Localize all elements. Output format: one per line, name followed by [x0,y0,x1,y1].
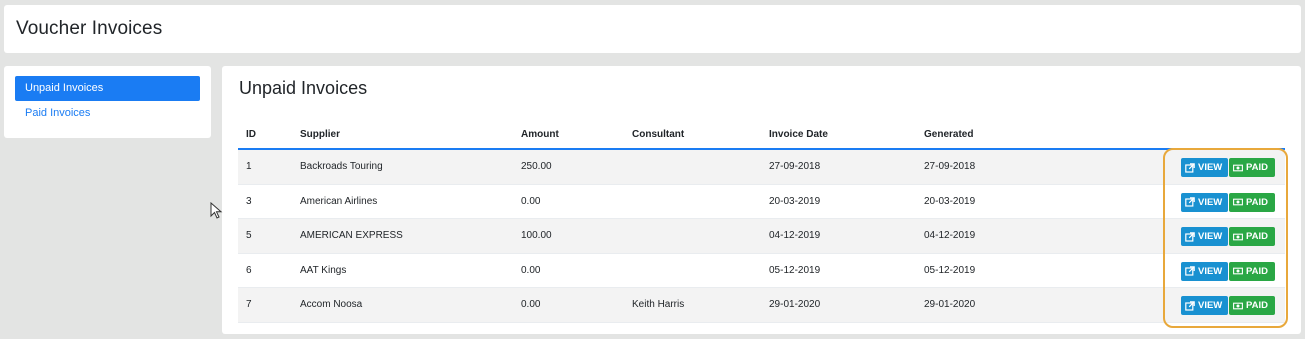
sidebar: Unpaid Invoices Paid Invoices [4,66,211,138]
cell-invoice-date: 29-01-2020 [769,299,821,310]
cell-id: 3 [246,195,252,207]
cell-id: 1 [246,161,252,172]
table-row: 6 AAT Kings 0.00 05-12-2019 05-12-2019 VIEW PA… [238,254,1285,288]
cell-invoice-date: 05-12-2019 [769,264,821,276]
mouse-cursor-icon [210,202,223,219]
table-row: 3 American Airlines 0.00 20-03-2019 20-03-20… [238,185,1285,219]
table-row: 7 Accom Noosa 0.00 Keith Harris 29-01-2020 29… [238,288,1285,323]
cell-invoice-date: 04-12-2019 [769,230,821,241]
table-body: 1 Backroads Touring 250.00 27-09-2018 27-09-… [238,150,1285,323]
cell-generated: 05-12-2019 [924,264,976,276]
cell-generated: 20-03-2019 [924,195,976,207]
header-bar: Voucher Invoices [4,5,1301,53]
column-header-supplier[interactable]: Supplier [300,129,340,140]
column-header-generated[interactable]: Generated [924,129,973,140]
table-row: 1 Backroads Touring 250.00 27-09-2018 27-09-… [238,150,1285,185]
cell-generated: 27-09-2018 [924,161,976,172]
table-row: 5 AMERICAN EXPRESS 100.00 04-12-2019 04-12-2… [238,219,1285,254]
cell-supplier: AMERICAN EXPRESS [300,230,403,241]
cell-id: 7 [246,299,252,310]
invoices-table: ID Supplier Amount Consultant Invoice Da… [238,120,1285,323]
cell-generated: 29-01-2020 [924,299,976,310]
column-header-id[interactable]: ID [246,129,256,140]
cell-amount: 0.00 [521,299,541,310]
table-header: ID Supplier Amount Consultant Invoice Da… [238,120,1285,150]
cell-amount: 250.00 [521,161,552,172]
actions-highlight-box [1163,148,1288,328]
cell-invoice-date: 27-09-2018 [769,161,821,172]
column-header-consultant[interactable]: Consultant [632,129,684,140]
section-title: Unpaid Invoices [239,78,368,98]
cell-supplier: AAT Kings [300,264,347,276]
cell-amount: 100.00 [521,230,552,241]
cell-id: 5 [246,230,252,241]
cell-supplier: Backroads Touring [300,161,383,172]
cell-generated: 04-12-2019 [924,230,976,241]
cell-consultant: Keith Harris [632,299,685,310]
column-header-amount[interactable]: Amount [521,129,559,140]
sidebar-item-unpaid-invoices[interactable]: Unpaid Invoices [15,76,200,101]
sidebar-item-paid-invoices[interactable]: Paid Invoices [15,101,200,126]
page-title: Voucher Invoices [16,18,163,39]
cell-invoice-date: 20-03-2019 [769,195,821,207]
cell-supplier: Accom Noosa [300,299,363,310]
main-panel: Unpaid Invoices ID Supplier Amount Consu… [222,66,1301,334]
cell-amount: 0.00 [521,264,541,276]
cell-amount: 0.00 [521,195,541,207]
column-header-invoice-date[interactable]: Invoice Date [769,129,828,140]
cell-supplier: American Airlines [300,195,378,207]
cell-id: 6 [246,264,252,276]
